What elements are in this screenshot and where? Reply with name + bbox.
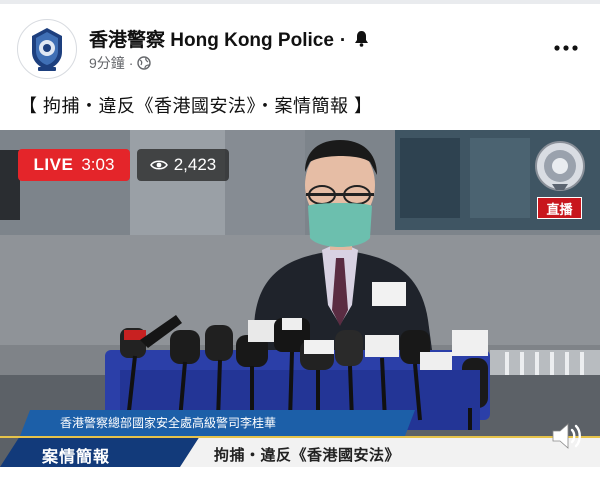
meta-separator: · <box>128 55 134 71</box>
live-badge: LIVE 3:03 <box>18 149 130 181</box>
page-avatar[interactable] <box>17 19 77 79</box>
more-options-icon[interactable] <box>551 38 581 58</box>
bell-icon[interactable] <box>354 30 369 53</box>
police-badge-icon <box>20 22 74 76</box>
name-separator: · <box>339 30 347 51</box>
live-tag: 直播 <box>537 197 582 219</box>
volume-icon[interactable] <box>550 419 586 453</box>
page-name[interactable]: 香港警察 Hong Kong Police <box>89 30 334 51</box>
top-divider <box>0 0 600 4</box>
bottom-strip <box>0 467 600 482</box>
live-label: LIVE <box>33 155 74 174</box>
viewer-count: 2,423 <box>173 155 217 174</box>
case-label: 案情簡報 <box>42 449 111 466</box>
case-topic: 拘捕・違反《香港國安法》 <box>214 447 401 464</box>
post-time[interactable]: 9分鐘 <box>89 55 125 71</box>
page-name-line: 香港警察 Hong Kong Police · <box>89 25 369 53</box>
eye-icon <box>149 159 168 171</box>
viewer-count-badge: 2,423 <box>137 149 229 181</box>
post-meta: 9分鐘 · <box>89 53 151 73</box>
police-logo-icon <box>534 140 586 192</box>
globe-icon <box>137 56 151 73</box>
post-caption: 【 拘捕・違反《香港國安法》・案情簡報 】 <box>19 96 373 116</box>
speaker-caption: 香港警察總部國家安全處高級警司李桂華 <box>60 416 277 430</box>
live-duration: 3:03 <box>81 155 115 174</box>
